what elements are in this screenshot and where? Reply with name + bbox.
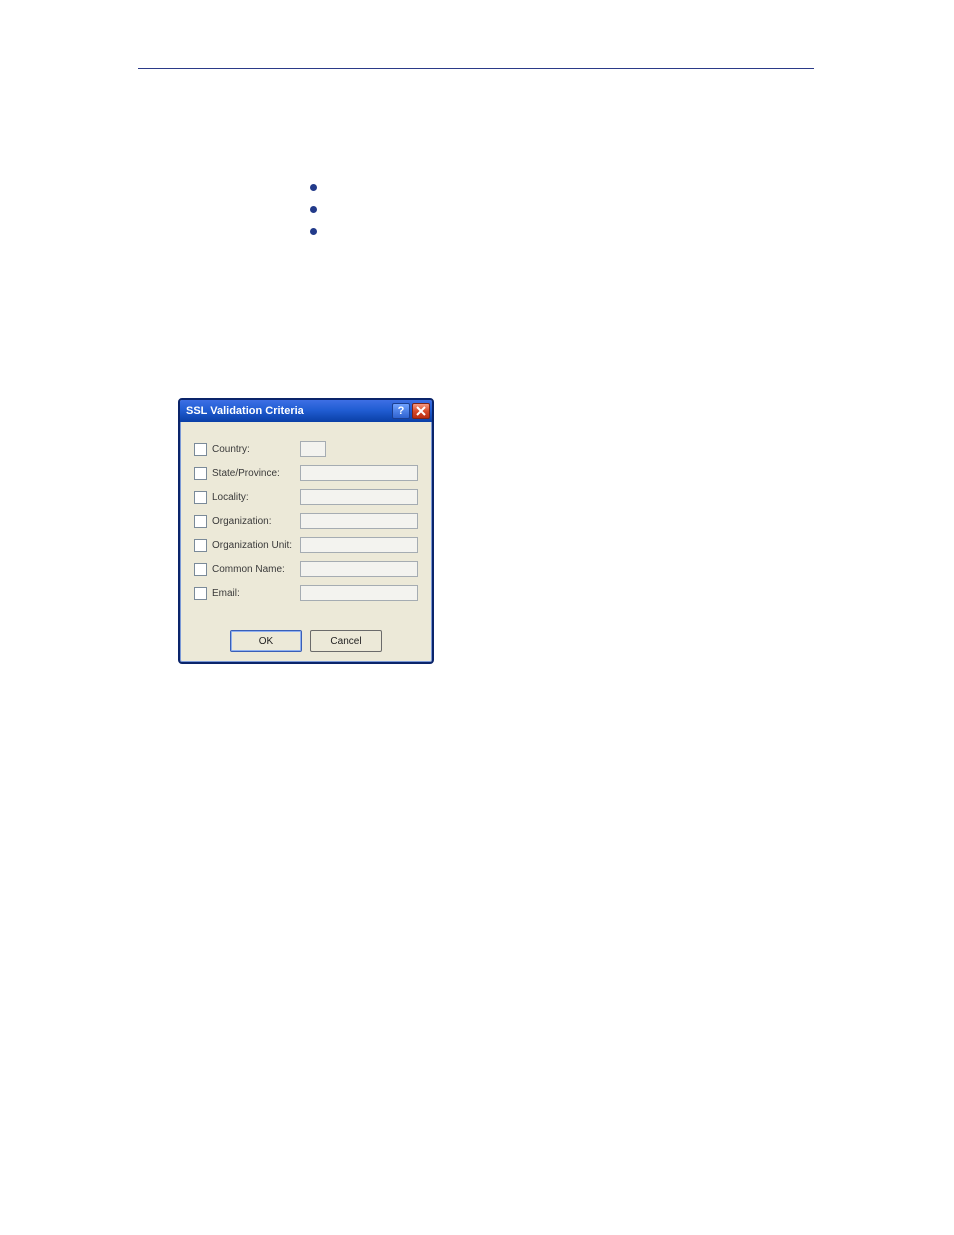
state-checkbox[interactable] [194, 467, 207, 480]
organization-checkbox[interactable] [194, 515, 207, 528]
field-row-country: Country: [194, 440, 418, 458]
help-icon: ? [398, 405, 405, 417]
field-row-locality: Locality: [194, 488, 418, 506]
ok-button[interactable]: OK [230, 630, 302, 652]
dialog-body: Country: State/Province: Locality: Organ… [180, 422, 432, 616]
field-row-org-unit: Organization Unit: [194, 536, 418, 554]
dialog-buttons: OK Cancel [180, 616, 432, 662]
country-checkbox[interactable] [194, 443, 207, 456]
state-label: State/Province: [212, 468, 300, 479]
close-icon [416, 406, 426, 416]
field-row-organization: Organization: [194, 512, 418, 530]
bullet-list [310, 184, 317, 250]
common-name-input[interactable] [300, 561, 418, 577]
organization-input[interactable] [300, 513, 418, 529]
locality-label: Locality: [212, 492, 300, 503]
ssl-validation-dialog: SSL Validation Criteria ? Country: State… [178, 398, 434, 664]
email-checkbox[interactable] [194, 587, 207, 600]
field-row-state: State/Province: [194, 464, 418, 482]
bullet [310, 206, 317, 213]
dialog-title: SSL Validation Criteria [186, 405, 392, 417]
titlebar[interactable]: SSL Validation Criteria ? [180, 400, 432, 422]
org-unit-input[interactable] [300, 537, 418, 553]
organization-label: Organization: [212, 516, 300, 527]
state-input[interactable] [300, 465, 418, 481]
org-unit-label: Organization Unit: [212, 540, 300, 551]
window-controls: ? [392, 403, 430, 419]
field-row-email: Email: [194, 584, 418, 602]
cancel-button-label: Cancel [330, 636, 361, 647]
locality-checkbox[interactable] [194, 491, 207, 504]
bullet [310, 228, 317, 235]
field-row-common-name: Common Name: [194, 560, 418, 578]
horizontal-rule [138, 68, 814, 69]
close-button[interactable] [412, 403, 430, 419]
email-input[interactable] [300, 585, 418, 601]
locality-input[interactable] [300, 489, 418, 505]
common-name-checkbox[interactable] [194, 563, 207, 576]
help-button[interactable]: ? [392, 403, 410, 419]
org-unit-checkbox[interactable] [194, 539, 207, 552]
country-input[interactable] [300, 441, 326, 457]
bullet [310, 184, 317, 191]
cancel-button[interactable]: Cancel [310, 630, 382, 652]
common-name-label: Common Name: [212, 564, 300, 575]
ok-button-label: OK [259, 636, 273, 647]
country-label: Country: [212, 444, 300, 455]
email-label: Email: [212, 588, 300, 599]
